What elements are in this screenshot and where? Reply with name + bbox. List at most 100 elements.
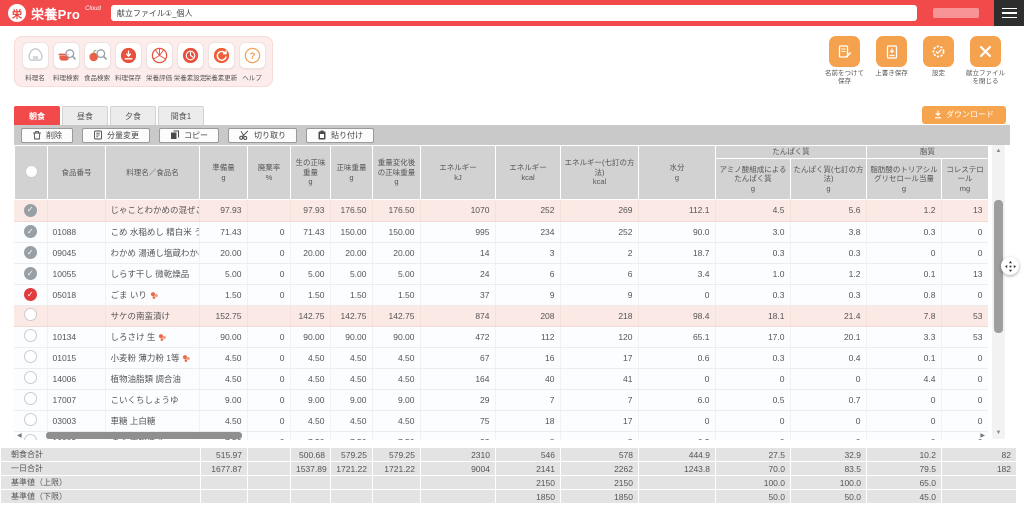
toolbar-item-dish-search[interactable]: 料理検索 (51, 42, 81, 82)
toolbar-item-label: 栄養評価 (146, 75, 172, 82)
tab-breakfast[interactable]: 朝食 (14, 106, 60, 125)
food-row[interactable]: 14006 植物油脂類 調合油 4.50 0 4.50 4.50 4.50 164 40 41 0 0… (14, 368, 988, 390)
value-cell: 4.5 (715, 200, 791, 222)
close-file-button[interactable]: 献立ファイルを閉じる (963, 36, 1008, 87)
scroll-right-arrow[interactable]: ▶ (980, 432, 985, 439)
dish-row[interactable]: ✓じゃことわかめの混ぜごはん97.9397.93176.50176.501070… (14, 200, 988, 222)
table-body-viewport: ✓じゃことわかめの混ぜごはん97.9397.93176.50176.501070… (14, 200, 988, 440)
settings-button[interactable]: 設定 (916, 36, 961, 87)
col-header-prep-amount[interactable]: 準備量 g (199, 145, 248, 200)
food-row[interactable]: 01015 小麦粉 薄力粉 1等 4.50 0 4.50 4.50 4.50 67 16 17 0.… (14, 347, 988, 369)
tab-lunch[interactable]: 昼食 (62, 106, 108, 125)
value-cell: 67 (420, 347, 496, 369)
amount-change-button[interactable]: 分量変更 (82, 127, 150, 143)
col-header-water[interactable]: 水分 g (638, 145, 716, 200)
row-checkbox[interactable]: ✓ (23, 203, 37, 217)
scroll-up-arrow[interactable]: ▲ (992, 148, 1005, 154)
col-header-dish-food-name[interactable]: 料理名／食品名 (105, 145, 200, 200)
col-header-protein-7th[interactable]: たんぱく質(七訂の方法) g (790, 158, 867, 200)
row-checkbox[interactable] (23, 371, 37, 384)
col-header-cholesterol[interactable]: コレステロール mg (941, 158, 989, 200)
save-as-button[interactable]: 名前をつけて保存 (822, 36, 867, 87)
delete-button[interactable]: 削除 (21, 127, 73, 143)
toolbar-item-nutrient-setting[interactable]: 栄養素設定 (174, 42, 206, 82)
value-cell: 4.50 (290, 410, 331, 432)
summary-value-cell: 10.2 (866, 447, 942, 462)
overwrite-save-button[interactable]: 上書き保存 (869, 36, 914, 87)
col-header-amino-protein[interactable]: アミノ酸組成によるたんぱく質 g (715, 158, 791, 200)
onigiri-icon (21, 42, 49, 69)
menu-file-name-input[interactable] (110, 5, 917, 21)
value-cell: 9.00 (199, 389, 248, 411)
value-cell: 9.00 (372, 389, 421, 411)
col-header-net-weight[interactable]: 正味重量 g (330, 145, 373, 200)
row-checkbox[interactable] (23, 413, 37, 426)
summary-value-cell: 32.9 (790, 447, 867, 462)
summary-value-cell: 1721.22 (372, 461, 421, 476)
select-all-checkbox[interactable] (24, 164, 38, 178)
food-number-cell: 10055 (47, 263, 106, 285)
value-cell: 0.7 (790, 389, 867, 411)
food-row[interactable]: ✓01088こめ 水稲めし 精白米 うるち米71.43071.43150.001… (14, 221, 988, 243)
row-checkbox[interactable] (23, 350, 37, 363)
row-checkbox[interactable] (23, 308, 37, 321)
food-row[interactable]: 17007 こいくちしょうゆ 9.00 0 9.00 9.00 9.00 29 7 7 6.0 0.5… (14, 389, 988, 411)
value-cell: 0 (247, 410, 291, 432)
value-cell: 5.00 (330, 263, 373, 285)
hamburger-menu-icon[interactable] (994, 0, 1024, 26)
row-checkbox[interactable]: ✓ (23, 267, 37, 280)
value-cell: 1070 (420, 200, 496, 222)
col-header-energy-kj[interactable]: エネルギー kJ (420, 145, 496, 200)
value-cell: 18.7 (638, 242, 716, 264)
summary-label: 朝食合計 (0, 447, 201, 462)
toolbar-item-nutrient-update[interactable]: 栄養素更新 (205, 42, 237, 82)
col-header-food-number[interactable]: 食品番号 (47, 145, 106, 200)
row-checkbox[interactable] (23, 329, 37, 342)
col-header-energy-7th-kcal[interactable]: エネルギー(七訂の方法) kcal (560, 145, 639, 200)
food-row[interactable]: ✓ 05018 ごま いり 1.50 0 1.50 1.50 1.50 37 9 9 0 0.3 0.3 0… (14, 284, 988, 306)
col-header-triacylglycerol[interactable]: 脂肪酸のトリアシルグリセロール当量 g (866, 158, 942, 200)
copy-button[interactable]: コピー (159, 127, 219, 143)
toolbar-item-dish-save[interactable]: 料理保存 (113, 42, 143, 82)
horizontal-scrollbar-thumb[interactable] (46, 432, 242, 439)
value-cell: 0.3 (790, 284, 867, 306)
cut-button[interactable]: 切り取り (228, 127, 297, 143)
toolbar-item-help[interactable]: ? ヘルプ (237, 42, 267, 82)
toolbar-item-nutrition-eval[interactable]: 栄養評価 (144, 42, 174, 82)
food-row[interactable]: 03003 車糖 上白糖 4.50 0 4.50 4.50 4.50 75 18 17 0 0 0 0 0 (14, 410, 988, 432)
row-checkbox[interactable]: ✓ (23, 246, 37, 259)
summary-value-cell: 2150 (560, 475, 639, 490)
summary-value-cell: 83.5 (790, 461, 867, 476)
row-checkbox[interactable]: ✓ (23, 288, 37, 301)
app-logo: 栄 栄養Pro Cloud (8, 4, 101, 23)
svg-text:?: ? (249, 51, 255, 62)
col-header-energy-kcal[interactable]: エネルギー kcal (495, 145, 561, 200)
move-handle-button[interactable] (1001, 257, 1019, 275)
food-row[interactable]: ✓ 10055 しらす干し 微乾燥品 5.00 0 5.00 5.00 5.00 24 6 6 3.4… (14, 263, 988, 285)
tab-dinner[interactable]: 夕食 (110, 106, 156, 125)
toolbar-item-dish-name[interactable]: 料理名 (20, 42, 50, 82)
vertical-scrollbar[interactable]: ▲ ▼ (992, 145, 1005, 439)
summary-value-cell: 2141 (495, 461, 561, 476)
download-button[interactable]: ダウンロード (922, 106, 1006, 124)
paste-button[interactable]: 貼り付け (306, 127, 374, 143)
tab-snack1[interactable]: 間食1 (158, 106, 204, 125)
food-row[interactable]: ✓09045わかめ 湯通し塩蔵わかめ 塩抜き 生20.00020.0020.00… (14, 242, 988, 264)
value-cell: 21.4 (790, 305, 867, 327)
col-header-waste-rate[interactable]: 廃棄率% (247, 145, 291, 200)
scroll-left-arrow[interactable]: ◀ (17, 432, 22, 439)
col-header-net-weight-after-change[interactable]: 重量変化後の正味重量 g (372, 145, 421, 200)
summary-value-cell: 515.97 (200, 447, 248, 462)
scroll-down-arrow[interactable]: ▼ (992, 430, 1005, 436)
col-header-raw-net-weight[interactable]: 生の正味重量 g (290, 145, 331, 200)
toolbar-item-food-search[interactable]: 食品検索 (82, 42, 112, 82)
dish-row[interactable]: サケの南蛮漬け 152.75 142.75 142.75 142.75 874 208 218… (14, 305, 988, 327)
row-checkbox[interactable]: ✓ (23, 225, 37, 238)
value-cell: 24 (420, 263, 496, 285)
food-row[interactable]: 10134 しろさけ 生 90.00 0 90.00 90.00 90.00 472 112 12… (14, 326, 988, 348)
value-cell: 5.00 (290, 263, 331, 285)
row-checkbox[interactable] (23, 392, 37, 405)
value-cell: 90.00 (330, 326, 373, 348)
value-cell: 1.50 (290, 284, 331, 306)
horizontal-scrollbar[interactable]: ◀ ▶ (14, 431, 988, 440)
